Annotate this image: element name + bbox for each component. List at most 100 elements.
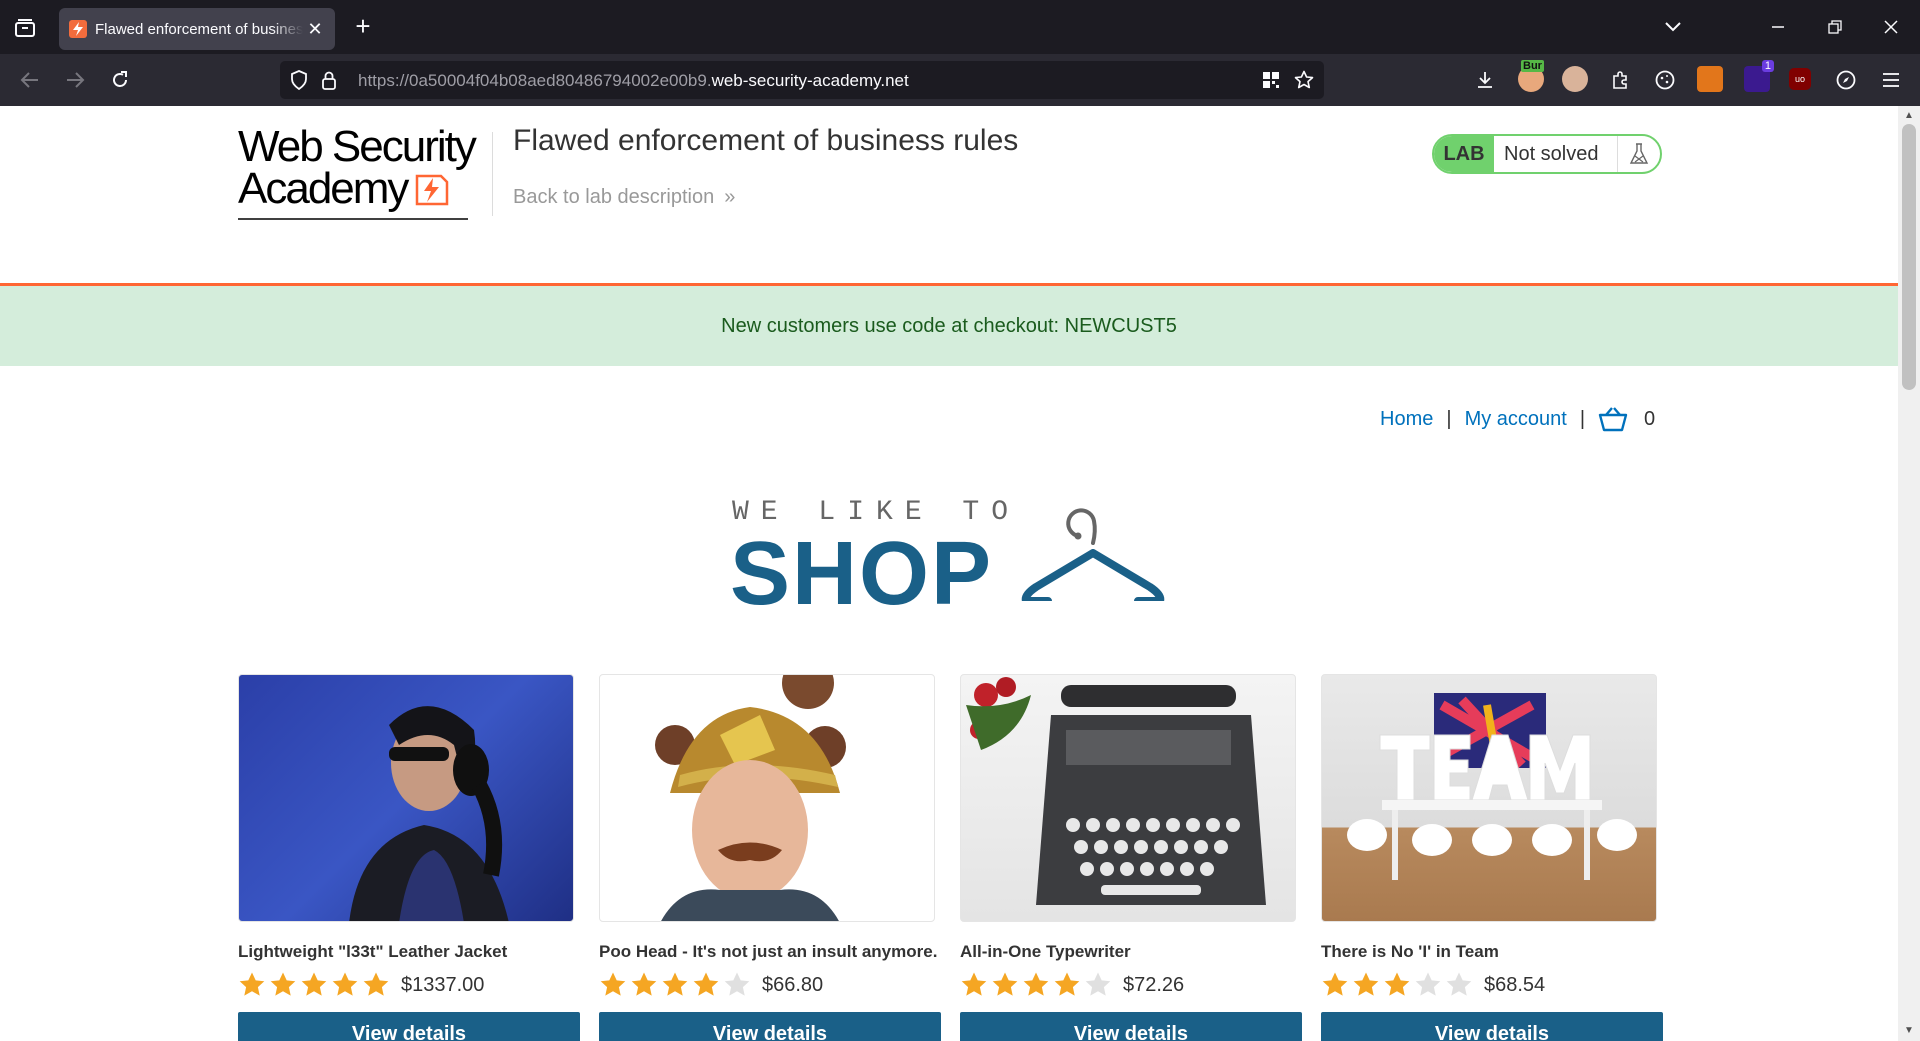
back-link-label: Back to lab description: [513, 186, 715, 208]
browser-nav-bar: https://0a50004f04b08aed80486794002e00b9…: [0, 54, 1920, 106]
we-like-to-shop-banner: WE LIKE TO SHOP: [730, 491, 1170, 619]
web-security-academy-logo[interactable]: Web Security Academy: [238, 122, 488, 226]
star-empty-icon: [1415, 972, 1441, 996]
minimize-window-icon[interactable]: [1765, 14, 1791, 40]
logo-bolt-icon: [416, 174, 449, 206]
star-filled-icon: [1322, 972, 1348, 996]
star-filled-icon: [332, 972, 358, 996]
tab-title: Flawed enforcement of business rules: [95, 20, 303, 38]
cart-count[interactable]: 0: [1644, 408, 1655, 431]
ublock-label: uo: [1794, 74, 1805, 84]
compass-extension-icon[interactable]: [1833, 67, 1859, 93]
url-bar[interactable]: https://0a50004f04b08aed80486794002e00b9…: [280, 61, 1324, 99]
purple-extension-icon[interactable]: 1: [1744, 60, 1774, 92]
star-empty-icon: [724, 972, 750, 996]
face-extension-icon[interactable]: [1562, 66, 1588, 92]
logo-line2: Academy: [238, 164, 409, 213]
star-filled-icon: [363, 972, 389, 996]
cart-basket-icon[interactable]: [1598, 406, 1628, 432]
burp-extension-icon[interactable]: Bur: [1518, 60, 1544, 92]
lab-status-text: Not solved: [1494, 136, 1618, 172]
reload-icon[interactable]: [107, 67, 133, 93]
logo-line1: Web Security: [238, 122, 477, 171]
promo-text: New customers use code at checkout: NEWC…: [721, 314, 1177, 337]
extensions-puzzle-icon[interactable]: [1607, 67, 1633, 93]
browser-tab-bar: Flawed enforcement of business rules ✕ +: [0, 0, 1920, 54]
new-tab-button[interactable]: +: [350, 13, 376, 40]
downloads-icon[interactable]: [1472, 67, 1498, 93]
lab-status-widget: LAB Not solved: [1432, 134, 1662, 174]
flask-icon[interactable]: [1618, 136, 1660, 172]
qr-code-icon[interactable]: [1258, 67, 1284, 93]
product-rating: $72.26: [960, 970, 1300, 1000]
product-card: All-in-One Typewriter $72.26 View detail…: [960, 674, 1302, 1041]
star-filled-icon: [693, 972, 719, 996]
star-rating: [238, 971, 393, 999]
woman-with-headphones-photo: [349, 706, 509, 921]
product-price: $1337.00: [401, 973, 485, 996]
url-text: https://0a50004f04b08aed80486794002e00b9…: [358, 71, 909, 91]
product-image-jacket[interactable]: [238, 674, 574, 922]
view-details-button[interactable]: View details: [960, 1012, 1302, 1041]
product-name: Lightweight "l33t" Leather Jacket: [238, 942, 508, 961]
banner-shop-word: SHOP: [730, 524, 994, 624]
star-filled-icon: [662, 972, 688, 996]
typewriter-photo: [966, 677, 1266, 905]
star-rating: [960, 971, 1115, 999]
forward-arrow-icon[interactable]: [62, 67, 88, 93]
promo-banner: New customers use code at checkout: NEWC…: [0, 286, 1898, 366]
star-empty-icon: [1446, 972, 1472, 996]
view-details-button[interactable]: View details: [599, 1012, 941, 1041]
product-price: $68.54: [1484, 973, 1546, 996]
web-page: Web Security Academy Flawed enforcement …: [0, 106, 1898, 1041]
back-to-lab-description-link[interactable]: Back to lab description »: [513, 186, 736, 209]
star-filled-icon: [631, 972, 657, 996]
product-image-poo-head[interactable]: [599, 674, 935, 922]
close-window-icon[interactable]: [1878, 14, 1904, 40]
lock-icon[interactable]: [316, 67, 342, 93]
product-rating: $1337.00: [238, 970, 578, 1000]
url-host: web-security-academy.net: [711, 71, 909, 90]
list-all-tabs-chevron-icon[interactable]: [1660, 14, 1686, 40]
tab-close-icon[interactable]: ✕: [305, 19, 325, 39]
ublock-origin-icon[interactable]: uo: [1789, 68, 1811, 90]
scroll-up-arrow-icon[interactable]: ▲: [1903, 110, 1915, 122]
back-arrow-icon[interactable]: [17, 67, 43, 93]
lab-favicon-icon: [69, 20, 87, 38]
star-filled-icon: [1353, 972, 1379, 996]
page-scrollbar[interactable]: ▲ ▼: [1898, 106, 1920, 1041]
product-name: There is No 'I' in Team: [1321, 942, 1499, 961]
product-image-team[interactable]: [1321, 674, 1657, 922]
product-card: Poo Head - It's not just an insult anymo…: [599, 674, 941, 1041]
star-filled-icon: [600, 972, 626, 996]
product-card: Lightweight "l33t" Leather Jacket $1337.…: [238, 674, 580, 1041]
browser-tab-active[interactable]: Flawed enforcement of business rules ✕: [59, 8, 335, 50]
hamburger-menu-icon[interactable]: [1878, 67, 1904, 93]
product-name: Poo Head - It's not just an insult anymo…: [599, 942, 938, 961]
star-filled-icon: [961, 972, 987, 996]
tracking-protection-shield-icon[interactable]: [286, 67, 312, 93]
nav-separator: |: [1446, 407, 1452, 430]
star-empty-icon: [1085, 972, 1111, 996]
nav-separator: |: [1579, 407, 1586, 430]
extension-badge-count: 1: [1761, 60, 1774, 72]
metamask-fox-icon[interactable]: [1697, 66, 1723, 92]
star-filled-icon: [1054, 972, 1080, 996]
bookmark-star-icon[interactable]: [1291, 67, 1317, 93]
tab-list-icon[interactable]: [12, 15, 38, 41]
scrollbar-thumb[interactable]: [1902, 124, 1916, 390]
top-links: Home | My account | 0: [1380, 404, 1655, 434]
view-details-button[interactable]: View details: [1321, 1012, 1663, 1041]
star-filled-icon: [239, 972, 265, 996]
cookie-extension-icon[interactable]: [1652, 67, 1678, 93]
product-card: There is No 'I' in Team $68.54 View deta…: [1321, 674, 1663, 1041]
restore-window-icon[interactable]: [1822, 14, 1848, 40]
team-letters-meeting-room-photo: [1347, 693, 1637, 880]
burp-badge: Bur: [1521, 60, 1544, 72]
my-account-link[interactable]: My account: [1465, 408, 1567, 431]
view-details-button[interactable]: View details: [238, 1012, 580, 1041]
product-image-typewriter[interactable]: [960, 674, 1296, 922]
product-price: $66.80: [762, 973, 824, 996]
home-link[interactable]: Home: [1380, 408, 1433, 431]
scroll-down-arrow-icon[interactable]: ▼: [1903, 1025, 1915, 1037]
